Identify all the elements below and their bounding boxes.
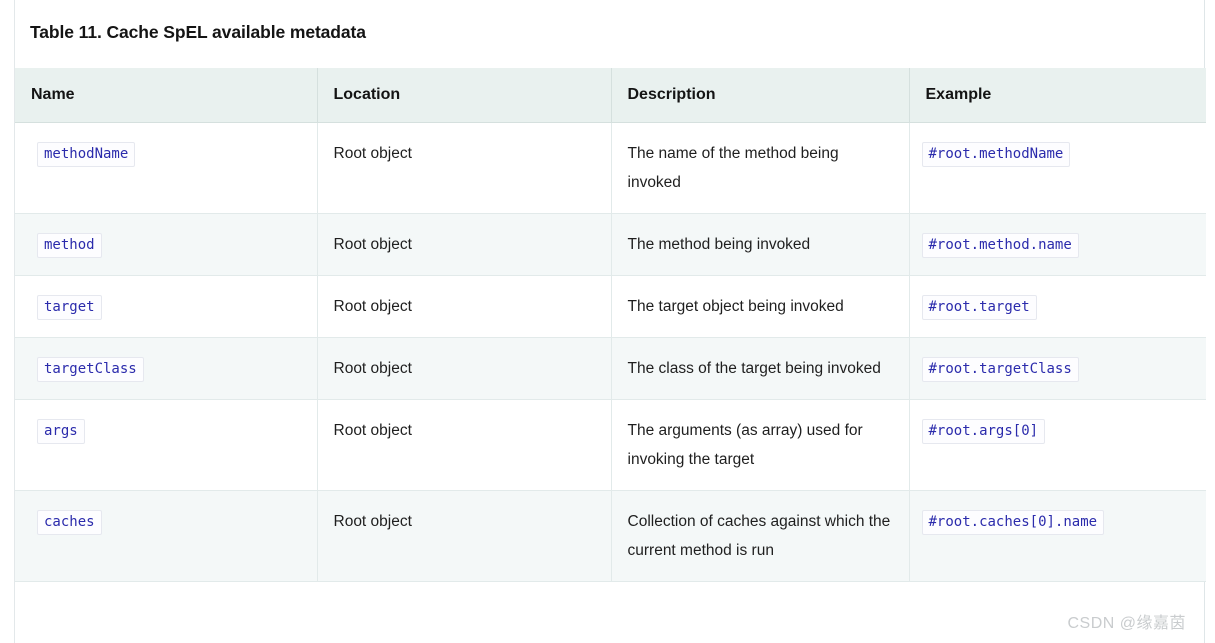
code-token-name: caches	[37, 510, 102, 535]
cell-name: targetClass	[15, 337, 318, 400]
cell-name: target	[15, 275, 318, 338]
table-header-row: Name Location Description Example	[15, 68, 1206, 123]
cell-name: caches	[15, 490, 318, 582]
code-token-example: #root.caches[0].name	[921, 510, 1105, 535]
column-header-example: Example	[909, 68, 1206, 123]
cell-name: methodName	[15, 122, 318, 214]
cell-name: args	[15, 399, 318, 491]
cell-description: The target object being invoked	[611, 275, 910, 338]
cell-location: Root object	[317, 399, 612, 491]
table-row: caches Root object Collection of caches …	[15, 490, 1206, 582]
cell-location: Root object	[317, 490, 612, 582]
cell-description: Collection of caches against which the c…	[611, 490, 910, 582]
table-body: methodName Root object The name of the m…	[15, 122, 1206, 582]
table-caption: Table 11. Cache SpEL available metadata	[30, 22, 366, 42]
csdn-watermark: CSDN @缘嘉茵	[1067, 615, 1186, 632]
code-token-example: #root.methodName	[921, 142, 1071, 167]
code-token-name: target	[37, 295, 102, 320]
cell-description: The method being invoked	[611, 213, 910, 276]
code-token-example: #root.target	[921, 295, 1037, 320]
column-header-location: Location	[317, 68, 612, 123]
code-token-example: #root.args[0]	[921, 419, 1046, 444]
cell-description: The name of the method being invoked	[611, 122, 910, 214]
table-row: methodName Root object The name of the m…	[15, 122, 1206, 214]
cell-location: Root object	[317, 275, 612, 338]
cell-example: #root.caches[0].name	[909, 490, 1206, 582]
cache-spel-metadata-table: Name Location Description Example method…	[15, 68, 1206, 582]
cell-example: #root.methodName	[909, 122, 1206, 214]
cell-example: #root.method.name	[909, 213, 1206, 276]
code-token-name: method	[37, 233, 102, 258]
cell-description: The arguments (as array) used for invoki…	[611, 399, 910, 491]
cell-example: #root.targetClass	[909, 337, 1206, 400]
column-header-description: Description	[611, 68, 910, 123]
cell-location: Root object	[317, 122, 612, 214]
table-row: method Root object The method being invo…	[15, 213, 1206, 276]
column-header-name: Name	[15, 68, 318, 123]
cell-example: #root.args[0]	[909, 399, 1206, 491]
code-token-example: #root.targetClass	[921, 357, 1079, 382]
cell-example: #root.target	[909, 275, 1206, 338]
code-token-name: args	[37, 419, 85, 444]
table-row: target Root object The target object bei…	[15, 275, 1206, 338]
code-token-name: targetClass	[37, 357, 144, 382]
code-token-example: #root.method.name	[921, 233, 1079, 258]
cell-description: The class of the target being invoked	[611, 337, 910, 400]
table-row: args Root object The arguments (as array…	[15, 399, 1206, 491]
code-token-name: methodName	[37, 142, 136, 167]
cell-location: Root object	[317, 213, 612, 276]
cell-location: Root object	[317, 337, 612, 400]
table-row: targetClass Root object The class of the…	[15, 337, 1206, 400]
document-frame: Table 11. Cache SpEL available metadata …	[14, 0, 1206, 643]
table-header: Name Location Description Example	[15, 68, 1206, 123]
cell-name: method	[15, 213, 318, 276]
